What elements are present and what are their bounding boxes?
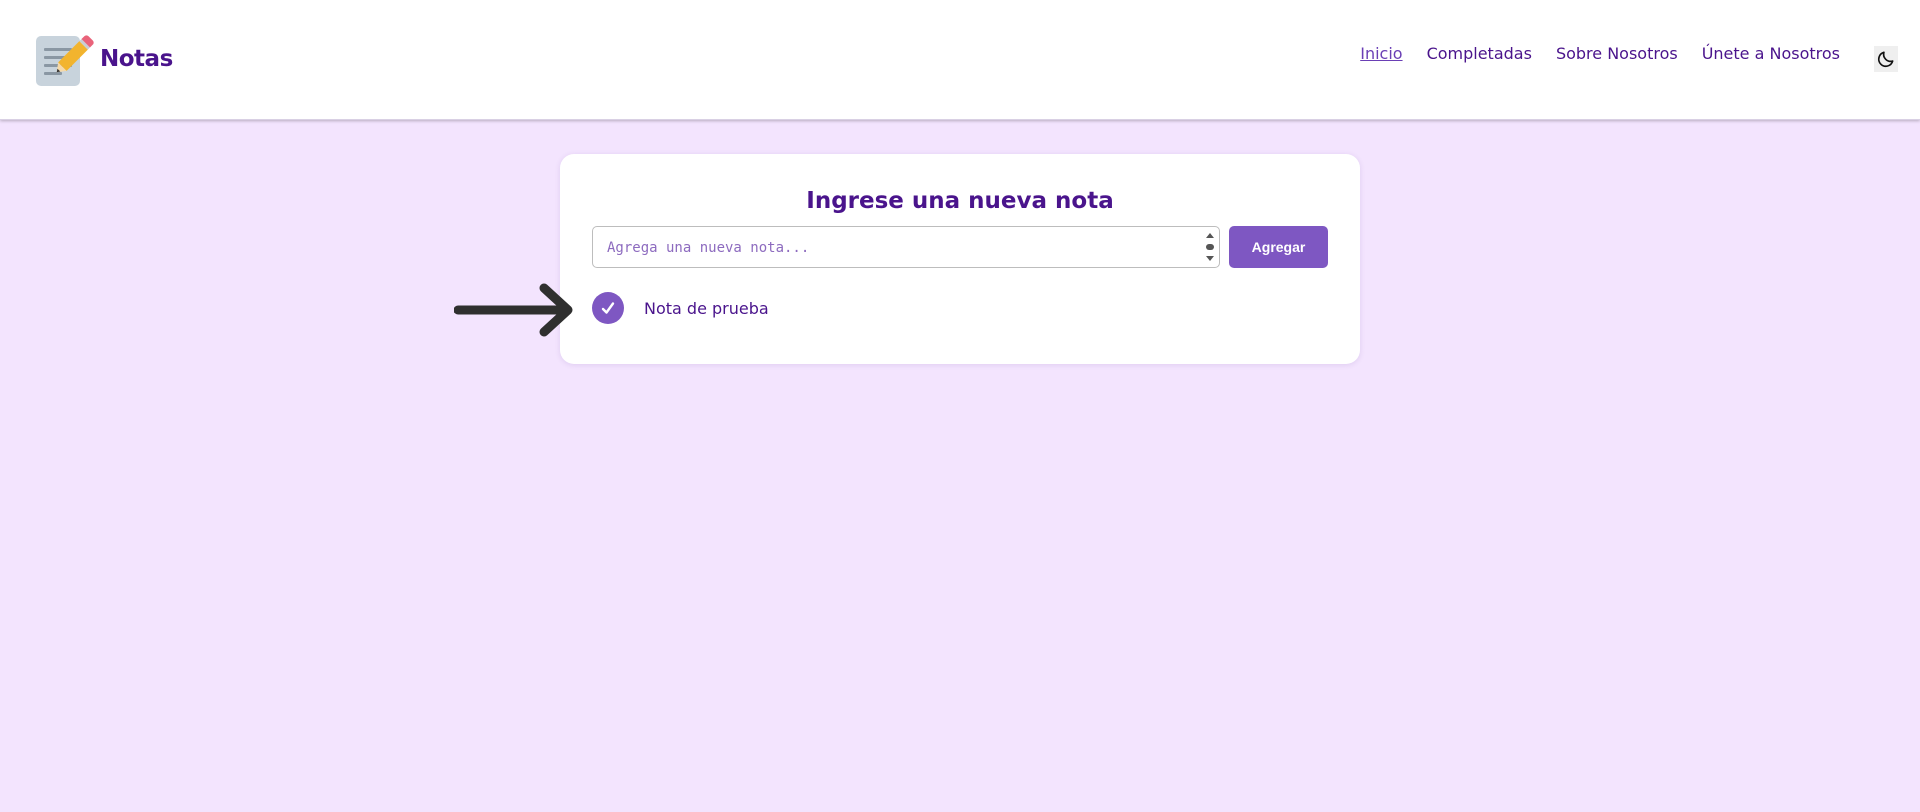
note-text: Nota de prueba bbox=[644, 298, 769, 318]
note-input-wrapper bbox=[592, 226, 1220, 269]
checkmark-icon bbox=[601, 302, 615, 314]
note-list-item: Nota de prueba bbox=[592, 292, 769, 324]
complete-toggle-button[interactable] bbox=[592, 292, 624, 324]
nav-link-completadas[interactable]: Completadas bbox=[1427, 44, 1532, 63]
nav-link-inicio[interactable]: Inicio bbox=[1360, 44, 1402, 63]
right-arrow-icon bbox=[454, 283, 573, 337]
theme-toggle-button[interactable] bbox=[1874, 46, 1898, 72]
nav-link-sobre-nosotros[interactable]: Sobre Nosotros bbox=[1556, 44, 1678, 63]
main-nav: Inicio Completadas Sobre Nosotros Únete … bbox=[1360, 44, 1840, 63]
top-navbar: Notas Inicio Completadas Sobre Nosotros … bbox=[0, 0, 1920, 120]
brand-title[interactable]: Notas bbox=[100, 46, 173, 72]
nav-link-unete[interactable]: Únete a Nosotros bbox=[1702, 44, 1840, 63]
new-note-input[interactable] bbox=[605, 227, 1199, 269]
new-note-card: Ingrese una nueva nota Agregar Nota de p… bbox=[560, 154, 1360, 364]
add-note-button[interactable]: Agregar bbox=[1229, 226, 1328, 268]
card-title: Ingrese una nueva nota bbox=[806, 188, 1114, 214]
memo-pencil-icon bbox=[36, 34, 95, 86]
moon-icon bbox=[1877, 51, 1894, 68]
scroll-arrows-icon[interactable] bbox=[1205, 230, 1215, 264]
